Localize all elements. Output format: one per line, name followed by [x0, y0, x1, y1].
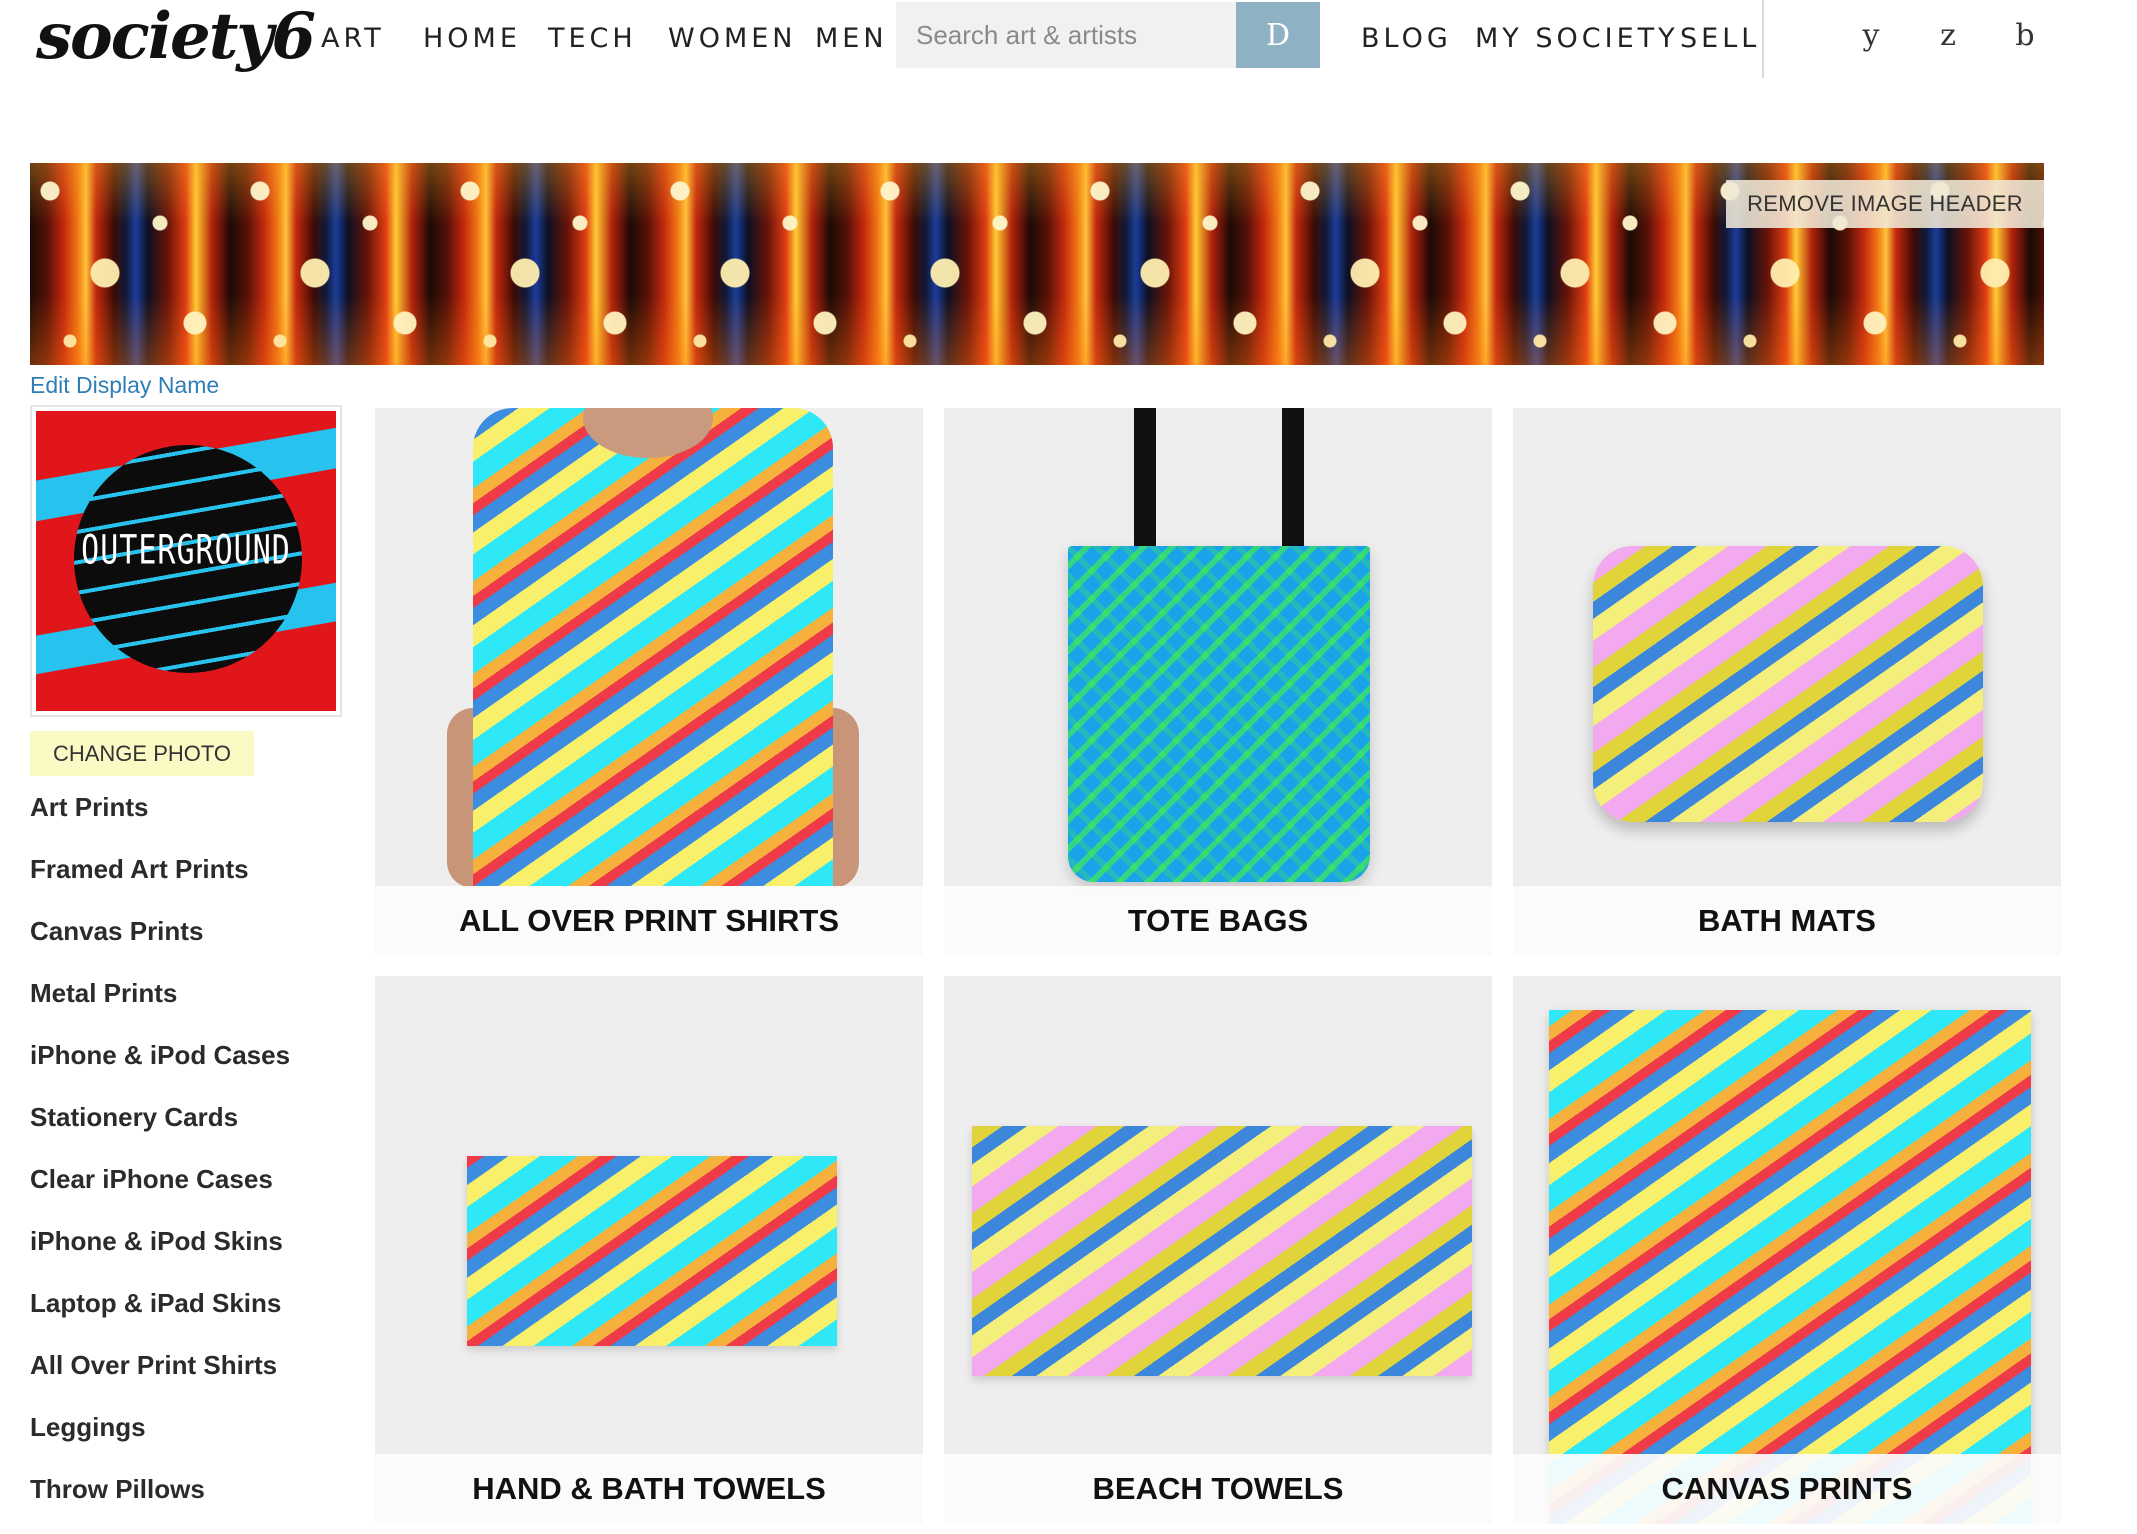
product-tile-label: CANVAS PRINTS	[1513, 1454, 2061, 1524]
product-tile-label: ALL OVER PRINT SHIRTS	[375, 886, 923, 956]
nav-art[interactable]: ART	[321, 22, 385, 56]
beach-towel-image	[972, 1126, 1472, 1376]
product-tile-canvas-prints[interactable]: CANVAS PRINTS	[1513, 976, 2061, 1524]
nav-women[interactable]: WOMEN	[668, 22, 797, 56]
nav-sell[interactable]: SELL	[1680, 22, 1760, 56]
nav-divider	[1762, 0, 1764, 78]
sidebar-item-all-over-print-shirts[interactable]: All Over Print Shirts	[30, 1348, 350, 1410]
product-category-list: Art Prints Framed Art Prints Canvas Prin…	[30, 790, 350, 1534]
nav-blog[interactable]: BLOG	[1361, 22, 1452, 56]
sidebar-item-leggings[interactable]: Leggings	[30, 1410, 350, 1472]
product-tile-all-over-print-shirts[interactable]: ALL OVER PRINT SHIRTS	[375, 408, 923, 956]
tote-bag-image	[1068, 546, 1370, 882]
product-tile-label: HAND & BATH TOWELS	[375, 1454, 923, 1524]
product-tile-label: BEACH TOWELS	[944, 1454, 1492, 1524]
sidebar-item-canvas-prints[interactable]: Canvas Prints	[30, 914, 350, 976]
cart-icon[interactable]: b	[2005, 18, 2045, 53]
nav-men[interactable]: MEN	[815, 22, 888, 56]
top-navigation-bar: society6 ART HOME TECH WOMEN MEN D BLOG …	[0, 0, 2137, 80]
avatar-logo-text: OUTERGROUND	[81, 526, 291, 575]
shirt-image	[473, 408, 833, 886]
product-tile-bath-mats[interactable]: BATH MATS	[1513, 408, 2061, 956]
sidebar-item-clear-iphone-cases[interactable]: Clear iPhone Cases	[30, 1162, 350, 1224]
nav-tech[interactable]: TECH	[548, 22, 637, 56]
sidebar-item-metal-prints[interactable]: Metal Prints	[30, 976, 350, 1038]
product-tile-tote-bags[interactable]: TOTE BAGS	[944, 408, 1492, 956]
sidebar-item-art-prints[interactable]: Art Prints	[30, 790, 350, 852]
search-button[interactable]: D	[1236, 2, 1320, 68]
change-photo-button[interactable]: CHANGE PHOTO	[30, 731, 254, 776]
search-input[interactable]	[896, 2, 1236, 68]
edit-display-name-link[interactable]: Edit Display Name	[30, 370, 219, 400]
nav-home[interactable]: HOME	[423, 22, 521, 56]
profile-avatar-frame: OUTERGROUND	[30, 405, 342, 717]
nav-my-society[interactable]: MY SOCIETY	[1475, 22, 1679, 56]
sidebar-item-throw-pillows[interactable]: Throw Pillows	[30, 1472, 350, 1534]
product-tile-hand-bath-towels[interactable]: HAND & BATH TOWELS	[375, 976, 923, 1524]
remove-image-header-button[interactable]: REMOVE IMAGE HEADER	[1726, 180, 2044, 228]
user-icon[interactable]: y	[1851, 18, 1891, 53]
avatar: OUTERGROUND	[36, 411, 336, 711]
sidebar-item-framed-art-prints[interactable]: Framed Art Prints	[30, 852, 350, 914]
product-tile-beach-towels[interactable]: BEACH TOWELS	[944, 976, 1492, 1524]
sidebar-item-stationery-cards[interactable]: Stationery Cards	[30, 1100, 350, 1162]
search-icon: D	[1265, 17, 1291, 53]
product-tile-label: BATH MATS	[1513, 886, 2061, 956]
sidebar-item-iphone-ipod-cases[interactable]: iPhone & iPod Cases	[30, 1038, 350, 1100]
bath-mat-image	[1593, 546, 1983, 822]
product-tile-label: TOTE BAGS	[944, 886, 1492, 956]
site-logo[interactable]: society6	[36, 2, 316, 72]
hand-towel-image	[467, 1156, 837, 1346]
sidebar-item-laptop-ipad-skins[interactable]: Laptop & iPad Skins	[30, 1286, 350, 1348]
canvas-print-image	[1549, 1010, 2031, 1524]
sidebar-item-iphone-ipod-skins[interactable]: iPhone & iPod Skins	[30, 1224, 350, 1286]
heart-icon[interactable]: z	[1928, 18, 1968, 53]
